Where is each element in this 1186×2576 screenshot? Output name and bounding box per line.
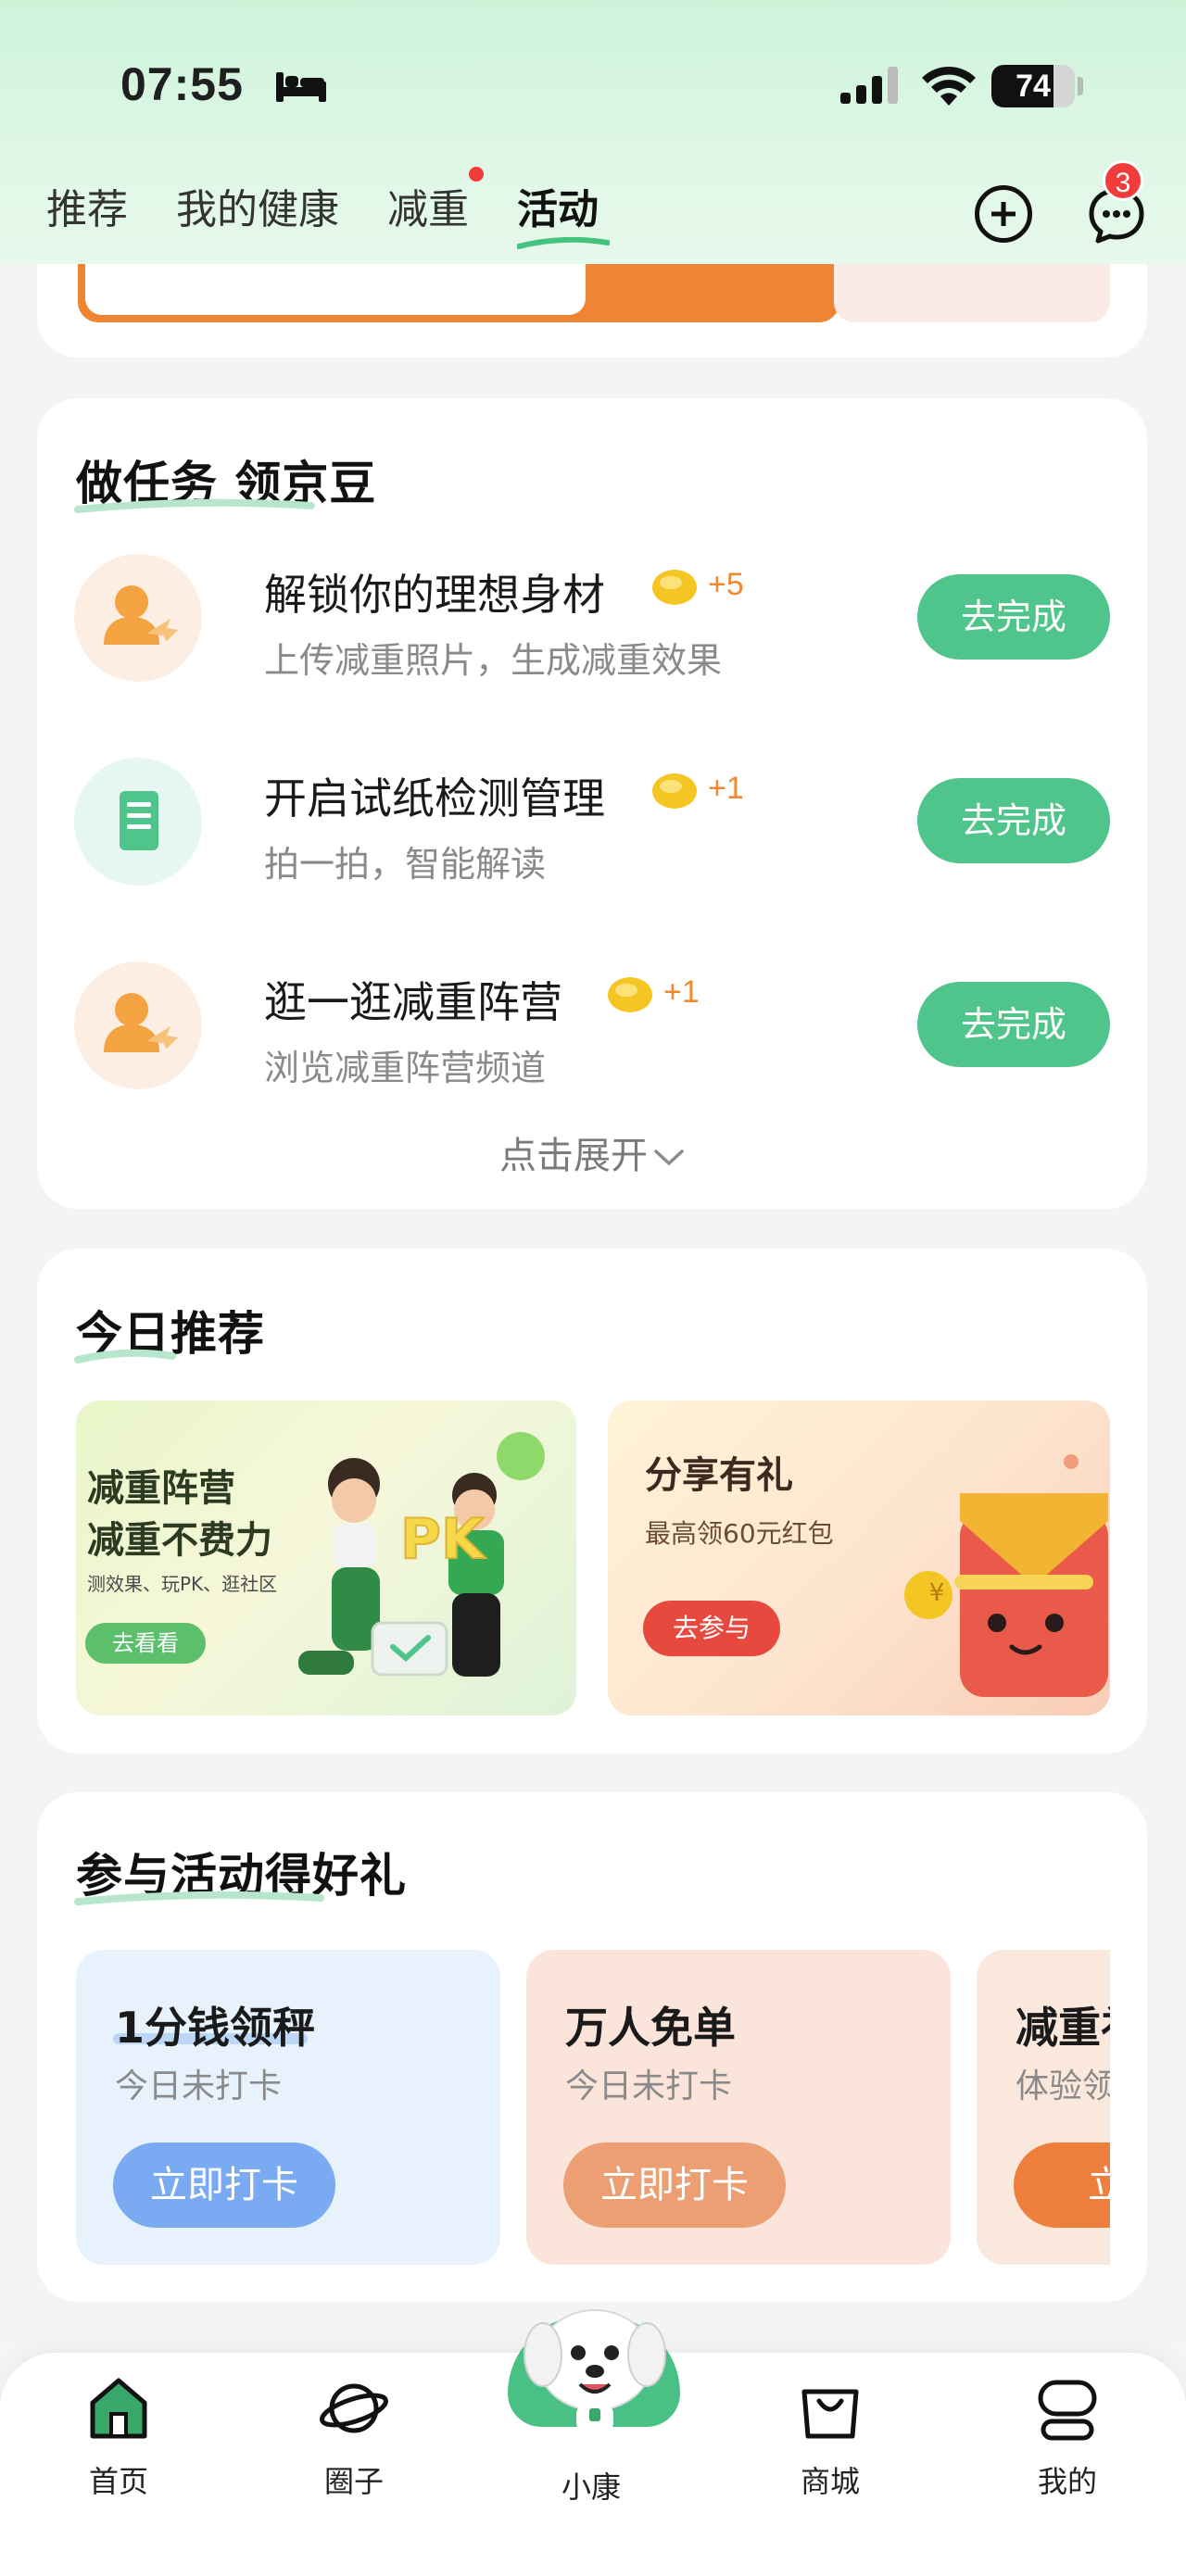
nav-circle[interactable]: 圈子 <box>280 2371 428 2501</box>
jd-bean-coin-icon <box>608 977 652 1012</box>
task-title: 逛一逛减重阵营 <box>264 977 562 1027</box>
task-subtitle: 拍一拍，智能解读 <box>264 844 547 885</box>
checkin-button[interactable]: 立即打卡 <box>563 2142 786 2228</box>
share-gift-banner[interactable]: 分享有礼 最高领60元红包 去参与 ¥ <box>608 1401 1110 1715</box>
nav-profile[interactable]: 我的 <box>993 2371 1142 2501</box>
battery-percent: 74 <box>1016 69 1051 104</box>
activity-item[interactable]: 1分钱领秤 今日未打卡 立即打卡 <box>76 1950 500 2265</box>
activity-subtitle: 体验领 <box>1016 2067 1110 2105</box>
activity-item[interactable]: 万人免单 今日未打卡 立即打卡 <box>526 1950 951 2265</box>
nav-mall[interactable]: 商城 <box>756 2371 904 2501</box>
activity-title: 万人免单 <box>565 2003 736 2053</box>
task-points: +1 <box>663 974 700 1010</box>
activity-title: 1分钱领秤 <box>115 2003 316 2053</box>
home-icon <box>90 2378 147 2439</box>
task-title: 解锁你的理想身材 <box>264 570 605 620</box>
task-subtitle: 上传减重照片，生成减重效果 <box>264 640 723 681</box>
planet-icon <box>320 2383 388 2433</box>
battery-indicator: 74 <box>991 65 1075 107</box>
title-underline <box>74 498 315 513</box>
share-banner-title: 分享有礼 <box>645 1454 793 1497</box>
nav-label: 首页 <box>88 2464 148 2499</box>
battery-tip <box>1078 77 1083 95</box>
profile-icon <box>1038 2380 1097 2441</box>
task-complete-button[interactable]: 去完成 <box>917 778 1110 863</box>
share-join-button[interactable]: 去参与 <box>643 1601 780 1656</box>
task-subtitle: 浏览减重阵营频道 <box>264 1048 547 1088</box>
activity-title: 减重礼 <box>1016 2003 1110 2053</box>
person-share-icon <box>74 961 202 1089</box>
share-banner-subtitle: 最高领60元红包 <box>645 1518 834 1549</box>
checkin-button[interactable]: 立即 <box>1014 2142 1110 2228</box>
task-item: 开启试纸检测管理 +1 拍一拍，智能解读 去完成 <box>74 758 1110 887</box>
nav-label: 圈子 <box>323 2464 384 2499</box>
task-points: +1 <box>708 771 744 806</box>
banner-title-line2: 减重不费力 <box>87 1519 272 1562</box>
recommend-card: 今日推荐 减重阵营 减重不费力 测效果、玩PK、逛社区 去看看 PK 分享有礼 … <box>37 1249 1147 1753</box>
pk-illustration: PK <box>298 1432 545 1677</box>
activities-carousel[interactable]: 1分钱领秤 今日未打卡 立即打卡 万人免单 今日未打卡 立即打卡 减重礼 体验领… <box>76 1950 1110 2269</box>
person-share-icon <box>74 554 202 682</box>
app-header: 07:55 74 推荐 我的健康 减重 活动 3 <box>0 0 1186 264</box>
activity-item[interactable]: 减重礼 体验领 立即 <box>977 1950 1110 2265</box>
tab-activity[interactable]: 活动 <box>517 176 610 249</box>
task-complete-button[interactable]: 去完成 <box>917 982 1110 1067</box>
activity-subtitle: 今日未打卡 <box>115 2067 283 2105</box>
banner-title-line1: 减重阵营 <box>87 1467 235 1510</box>
red-envelope-gift-illustration <box>904 1454 1108 1697</box>
nav-label: 小康 <box>561 2469 621 2505</box>
cellular-signal-icon <box>840 67 898 104</box>
tab-weight-loss[interactable]: 减重 <box>387 167 484 235</box>
sleep-focus-icon <box>276 72 326 102</box>
activities-card: 参与活动得好礼 1分钱领秤 今日未打卡 立即打卡 万人免单 今日未打卡 立即打卡… <box>37 1792 1147 2302</box>
add-button[interactable] <box>975 185 1032 243</box>
nav-home[interactable]: 首页 <box>44 2371 193 2501</box>
banner-subtitle: 测效果、玩PK、逛社区 <box>87 1573 278 1595</box>
test-strip-icon <box>74 758 202 886</box>
mascot-icon[interactable] <box>515 2295 673 2434</box>
tab-recommend[interactable]: 推荐 <box>46 176 128 235</box>
wifi-icon <box>922 66 976 106</box>
title-underline <box>74 1349 176 1363</box>
nav-label: 我的 <box>1037 2464 1097 2499</box>
message-count-badge: 3 <box>1103 160 1143 201</box>
checkin-button[interactable]: 立即打卡 <box>113 2142 335 2228</box>
nav-xiaokang[interactable]: 小康 <box>517 2451 665 2507</box>
jd-bean-coin-icon <box>652 773 697 809</box>
title-underline <box>74 1891 324 1905</box>
top-tabs: 推荐 我的健康 减重 活动 <box>46 167 647 249</box>
active-tab-underline <box>517 237 610 249</box>
task-item: 逛一逛减重阵营 +1 浏览减重阵营频道 去完成 <box>74 961 1110 1091</box>
yuan-coin-icon: ¥ <box>928 1579 945 1607</box>
chevron-down-icon <box>654 1150 684 1165</box>
weight-loss-camp-banner[interactable]: 减重阵营 减重不费力 测效果、玩PK、逛社区 去看看 PK <box>76 1401 576 1715</box>
banner-view-button[interactable]: 去看看 <box>85 1623 206 1664</box>
status-time: 07:55 <box>120 58 244 110</box>
expand-toggle[interactable]: 点击展开 <box>37 1125 1147 1179</box>
jd-bean-coin-icon <box>652 570 697 605</box>
task-points: +5 <box>708 567 744 602</box>
shopping-bag-icon <box>801 2389 859 2439</box>
nav-label: 商城 <box>800 2464 860 2499</box>
expand-label: 点击展开 <box>499 1135 648 1177</box>
tasks-card: 做任务 领京豆 解锁你的理想身材 +5 上传减重照片，生成减重效果 去完成 开启… <box>37 398 1147 1209</box>
activity-subtitle: 今日未打卡 <box>565 2067 733 2105</box>
task-complete-button[interactable]: 去完成 <box>917 574 1110 660</box>
task-item: 解锁你的理想身材 +5 上传减重照片，生成减重效果 去完成 <box>74 554 1110 684</box>
task-title: 开启试纸检测管理 <box>264 773 605 823</box>
pk-badge: PK <box>400 1507 486 1572</box>
notification-dot <box>469 167 484 182</box>
tab-my-health[interactable]: 我的健康 <box>176 176 339 235</box>
